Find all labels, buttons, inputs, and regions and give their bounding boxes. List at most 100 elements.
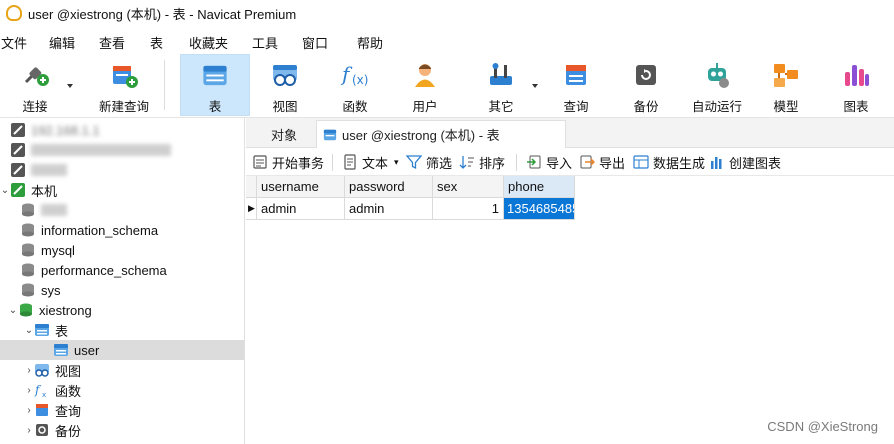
column-header-phone[interactable]: phone <box>504 176 575 198</box>
user-person-icon <box>415 64 435 87</box>
tree-functions-folder[interactable]: › fx 函数 <box>0 380 244 400</box>
main-toolbar: 连接 新建查询 表 视图 f (x) 函数 用户 其它 查询 备份 自动运行 模… <box>0 54 894 118</box>
svg-text:(x): (x) <box>352 73 368 87</box>
begin-transaction-button[interactable]: 开始事务 <box>252 153 324 171</box>
function-label: 函数 <box>342 100 368 114</box>
text-button[interactable]: 文本 ▾ <box>342 153 399 171</box>
table-cell-phone[interactable]: 1354685485 <box>504 198 575 220</box>
database-icon <box>22 283 34 297</box>
chart-bars-icon <box>845 65 869 86</box>
redacted-database-name <box>41 204 67 216</box>
new-query-button[interactable]: 新建查询 <box>84 54 164 116</box>
database-active-icon <box>20 303 32 317</box>
chart-button[interactable]: 图表 <box>830 54 882 116</box>
table-button[interactable]: 表 <box>180 54 250 116</box>
automation-button[interactable]: 自动运行 <box>686 54 748 116</box>
other-button[interactable]: 其它 <box>472 54 530 116</box>
row-header-corner <box>246 176 257 198</box>
chevron-down-icon[interactable]: ⌄ <box>0 185 10 196</box>
tree-tables-folder[interactable]: ⌄ 表 <box>0 320 244 340</box>
connection-icon <box>11 163 25 177</box>
tab-user-table-label: user @xiestrong (本机) - 表 <box>342 128 500 143</box>
create-chart-button[interactable]: 创建图表 <box>709 153 781 171</box>
tree-views-folder[interactable]: › 视图 <box>0 360 244 380</box>
tree-db-mysql[interactable]: mysql <box>0 240 244 260</box>
function-button[interactable]: f (x) 函数 <box>326 54 384 116</box>
column-header-username[interactable]: username <box>257 176 345 198</box>
database-icon <box>22 203 34 217</box>
tree-connection-3[interactable] <box>0 160 244 180</box>
menu-window[interactable]: 窗口 <box>302 33 328 52</box>
chevron-right-icon[interactable]: › <box>24 365 34 376</box>
export-button[interactable]: 导出 <box>579 153 625 171</box>
table-cell-password[interactable]: admin <box>345 198 433 220</box>
window-title: user @xiestrong (本机) - 表 - Navicat Premi… <box>28 6 297 22</box>
connect-button[interactable]: 连接 <box>10 54 60 116</box>
export-label: 导出 <box>599 155 626 171</box>
row-pointer-icon[interactable]: ▶ <box>246 198 257 220</box>
connection-1-name: 192.168.1.1 <box>31 122 100 138</box>
query-button[interactable]: 查询 <box>548 54 604 116</box>
menu-view[interactable]: 查看 <box>99 33 125 52</box>
column-header-password[interactable]: password <box>345 176 433 198</box>
chevron-right-icon[interactable]: › <box>24 385 34 396</box>
filter-label: 筛选 <box>426 155 453 171</box>
text-dropdown-icon[interactable]: ▾ <box>394 157 399 168</box>
chevron-right-icon[interactable]: › <box>24 405 34 416</box>
tree-db-sys[interactable]: sys <box>0 280 244 300</box>
chevron-down-icon[interactable]: ⌄ <box>8 305 18 316</box>
data-generation-button[interactable]: 数据生成 <box>633 153 705 171</box>
other-label: 其它 <box>488 100 514 114</box>
tools-wrench-icon <box>490 63 512 85</box>
menu-edit[interactable]: 编辑 <box>49 33 75 52</box>
tab-bar: 对象 user @xiestrong (本机) - 表 <box>246 118 894 148</box>
tab-objects[interactable]: 对象 <box>254 120 314 148</box>
tree-backups-folder[interactable]: › 备份 <box>0 420 244 440</box>
view-button[interactable]: 视图 <box>254 54 316 116</box>
model-button[interactable]: 模型 <box>760 54 812 116</box>
tree-connection-1[interactable]: 192.168.1.1 <box>0 120 244 140</box>
import-button[interactable]: 导入 <box>526 153 572 171</box>
views-icon <box>35 364 49 377</box>
navicat-app-icon <box>6 5 22 21</box>
connect-dropdown-arrow[interactable] <box>67 84 73 88</box>
tree-connection-2[interactable] <box>0 140 244 160</box>
sort-button[interactable]: 排序 <box>459 153 505 171</box>
table-icon <box>323 129 337 140</box>
tree-connection-local[interactable]: ⌄ 本机 <box>0 180 244 200</box>
begin-transaction-label: 开始事务 <box>272 155 325 171</box>
create-chart-label: 创建图表 <box>729 155 782 171</box>
backup-button[interactable]: 备份 <box>618 54 674 116</box>
tree-db-information-schema[interactable]: information_schema <box>0 220 244 240</box>
chevron-down-icon[interactable]: ⌄ <box>24 325 34 336</box>
chevron-right-icon[interactable]: › <box>24 425 34 436</box>
table-cell-username[interactable]: admin <box>257 198 345 220</box>
database-icon <box>22 263 34 277</box>
menu-table[interactable]: 表 <box>150 33 163 52</box>
model-diagram-icon <box>774 64 798 87</box>
column-header-sex[interactable]: sex <box>433 176 504 198</box>
queries-icon <box>36 404 48 416</box>
new-query-icon <box>113 66 138 88</box>
backup-restore-icon <box>636 65 656 85</box>
svg-text:x: x <box>42 391 46 398</box>
table-cell-sex[interactable]: 1 <box>433 198 504 220</box>
other-dropdown-arrow[interactable] <box>532 84 538 88</box>
database-name: mysql <box>41 242 75 258</box>
tree-table-user[interactable]: user <box>0 340 244 360</box>
user-button[interactable]: 用户 <box>396 54 454 116</box>
menu-help[interactable]: 帮助 <box>357 33 383 52</box>
filter-button[interactable]: 筛选 <box>406 153 452 171</box>
tree-db-xiestrong[interactable]: ⌄ xiestrong <box>0 300 244 320</box>
tree-queries-folder[interactable]: › 查询 <box>0 400 244 420</box>
tab-user-table[interactable]: user @xiestrong (本机) - 表 <box>316 120 566 148</box>
view-glasses-icon <box>273 65 297 86</box>
query-label: 查询 <box>563 100 589 114</box>
tree-db-performance-schema[interactable]: performance_schema <box>0 260 244 280</box>
menu-file[interactable]: 文件 <box>1 33 27 52</box>
menu-favorites[interactable]: 收藏夹 <box>189 33 228 52</box>
menu-tools[interactable]: 工具 <box>252 33 278 52</box>
table-icon <box>203 65 227 86</box>
tree-db-redacted[interactable] <box>0 200 244 220</box>
table-label: 表 <box>208 100 222 114</box>
